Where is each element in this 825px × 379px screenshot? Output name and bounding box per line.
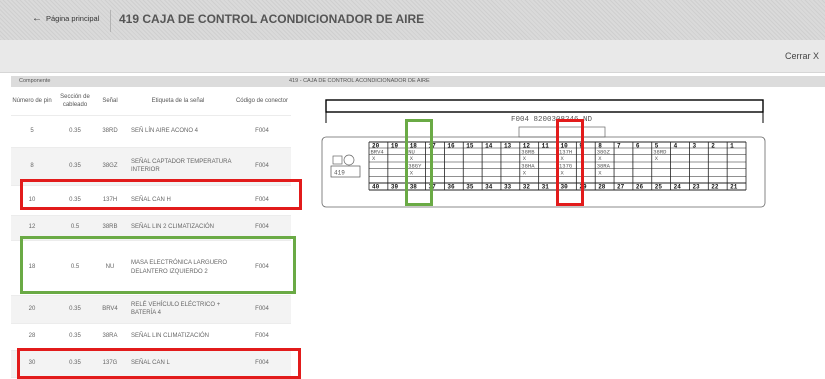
pin-number-top: 6 <box>636 143 640 150</box>
signal-cell: 38RD <box>97 115 123 148</box>
pin-mark-bottom: X <box>523 170 527 177</box>
pin-mark-bottom: X <box>598 170 602 177</box>
signal-table-panel: Componente Número de pin Sección de cabl… <box>11 76 291 379</box>
circle-icon <box>343 154 355 166</box>
pin-number-bottom: 33 <box>504 184 512 191</box>
table-row[interactable]: 20 0.35 BRV4 RELÉ VEHÍCULO ELÉCTRICO + B… <box>11 295 291 324</box>
col-header-section: Sección de cableado <box>53 87 97 116</box>
connector-diagram-panel: 419 - CAJA DE CONTROL ACONDICIONADOR DE … <box>283 76 825 379</box>
pin-number-bottom: 26 <box>636 184 644 191</box>
diagram-header: 419 - CAJA DE CONTROL ACONDICIONADOR DE … <box>283 76 825 87</box>
top-bar: ← Página principal 419 CAJA DE CONTROL A… <box>0 0 825 40</box>
components-header: Componente <box>11 76 291 87</box>
pin-cell: 20 <box>11 295 53 324</box>
back-link[interactable]: ← Página principal <box>32 12 100 24</box>
highlight-pin-18-38 <box>405 119 433 206</box>
pin-mark-top: X <box>523 155 527 162</box>
pin-number-bottom: 23 <box>692 184 700 191</box>
pin-number-bottom: 28 <box>598 184 606 191</box>
pin-number-top: 3 <box>692 143 696 150</box>
pin-number-top: 2 <box>711 143 715 150</box>
square-icon <box>332 155 343 165</box>
back-link-label: Página principal <box>46 14 100 23</box>
signal-table: Número de pin Sección de cableado Señal … <box>11 87 291 378</box>
pin-number-top: 11 <box>542 143 550 150</box>
pin-mark-top: X <box>655 155 659 162</box>
pin-signal-bottom: 38RA <box>597 163 611 170</box>
pin-number-top: 13 <box>504 143 512 150</box>
pin-number-bottom: 22 <box>711 184 719 191</box>
page-title: 419 CAJA DE CONTROL ACONDICIONADOR DE AI… <box>119 12 425 26</box>
label-cell: SEÑAL LIN CLIMATIZACIÓN <box>123 323 233 351</box>
pin-number-bottom: 24 <box>674 184 682 191</box>
pin-number-bottom: 21 <box>730 184 738 191</box>
pin-number-bottom: 25 <box>655 184 663 191</box>
highlight-ground-row <box>20 236 296 294</box>
col-header-label: Etiqueta de la señal <box>123 87 233 116</box>
highlight-can-h-row <box>20 179 302 210</box>
close-bar: Cerrar X <box>0 40 825 73</box>
pin-number-bottom: 39 <box>391 184 399 191</box>
pin-number-top: 7 <box>617 143 621 150</box>
pin-number-top: 19 <box>391 143 399 150</box>
table-row[interactable]: 28 0.35 38RA SEÑAL LIN CLIMATIZACIÓN F00… <box>11 323 291 351</box>
pin-number-top: 15 <box>466 143 474 150</box>
pin-mark-top: X <box>372 155 376 162</box>
col-header-signal: Señal <box>97 87 123 116</box>
pin-number-top: 1 <box>730 143 734 150</box>
pin-number-bottom: 27 <box>617 184 625 191</box>
pin-number-top: 16 <box>447 143 455 150</box>
pin-number-top: 14 <box>485 143 493 150</box>
diagram-top-frame <box>325 99 764 113</box>
pin-number-bottom: 34 <box>485 184 493 191</box>
table-row[interactable]: 5 0.35 38RD SEÑ LÍN AIRE ACONO 4 F004 <box>11 115 291 148</box>
divider <box>110 10 111 32</box>
pin-cell: 28 <box>11 323 53 351</box>
component-number: 419 <box>334 170 345 177</box>
table-header-row: Número de pin Sección de cableado Señal … <box>11 87 291 116</box>
connector-diagram: F004 8200308246 ND 419 20BRV4X19 18NUX17 1… <box>321 99 766 208</box>
pin-number-bottom: 35 <box>466 184 474 191</box>
pin-number-bottom: 31 <box>542 184 550 191</box>
pin-cell: 5 <box>11 115 53 148</box>
pin-signal-bottom: 38HA <box>521 163 535 170</box>
signal-cell: 38RA <box>97 323 123 351</box>
pin-mark-top: X <box>598 155 602 162</box>
pin-number-bottom: 32 <box>523 184 531 191</box>
pin-number-bottom: 40 <box>372 184 380 191</box>
section-cell: 0.35 <box>53 115 97 148</box>
highlight-pin-10-30 <box>556 119 584 206</box>
section-cell: 0.35 <box>53 295 97 324</box>
close-button[interactable]: Cerrar X <box>785 51 819 61</box>
arrow-left-icon: ← <box>32 12 42 24</box>
section-cell: 0.35 <box>53 323 97 351</box>
signal-cell: BRV4 <box>97 295 123 324</box>
col-header-pin: Número de pin <box>11 87 53 116</box>
pin-number-top: 4 <box>674 143 678 150</box>
label-cell: RELÉ VEHÍCULO ELÉCTRICO + BATERÍA 4 <box>123 295 233 324</box>
label-cell: SEÑ LÍN AIRE ACONO 4 <box>123 115 233 148</box>
pin-number-bottom: 36 <box>447 184 455 191</box>
highlight-can-l-row <box>17 348 301 379</box>
